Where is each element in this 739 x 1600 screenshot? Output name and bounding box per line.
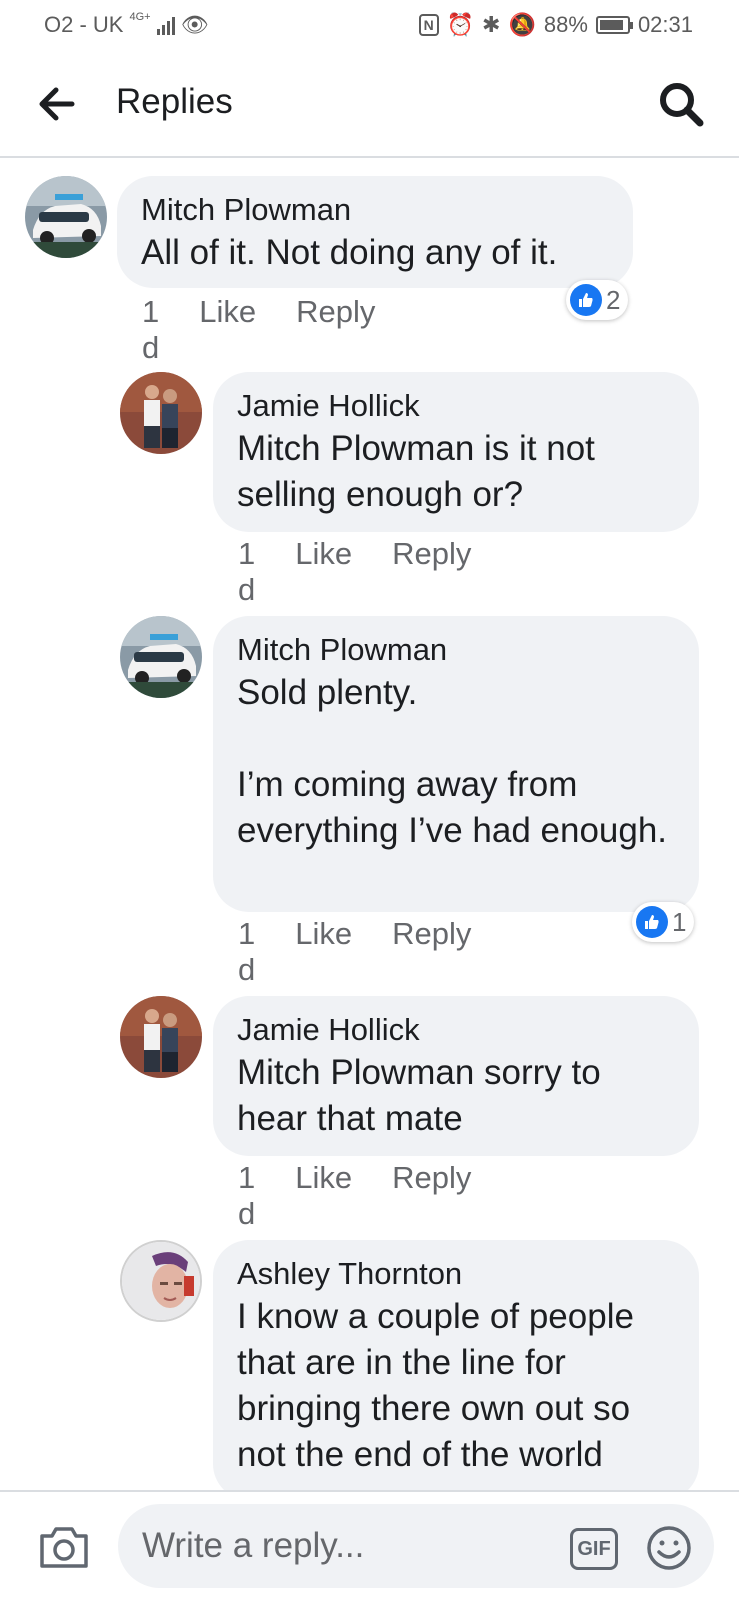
comment-text: Mitch Plowman is it not selling enough o…: [237, 426, 675, 518]
reply-button[interactable]: Reply: [392, 916, 471, 988]
search-icon: [660, 83, 704, 127]
comment-text: All of it. Not doing any of it.: [141, 233, 558, 272]
comment-author[interactable]: Ashley Thornton: [237, 1254, 675, 1294]
reply-composer: GIF: [0, 1490, 739, 1600]
back-arrow-icon: [39, 87, 75, 121]
reply-button[interactable]: Reply: [392, 536, 471, 608]
like-button[interactable]: Like: [199, 294, 256, 366]
eye-icon: 👁: [180, 12, 209, 37]
comment-time: 1 d: [238, 536, 256, 607]
nfc-icon: N: [418, 14, 439, 36]
reaction-count[interactable]: 1: [632, 902, 695, 942]
battery-percent: 88%: [543, 12, 588, 37]
smiley-icon: [647, 1526, 691, 1570]
comment-time: 1 d: [238, 916, 256, 987]
comment-actions: 1 d Like Reply: [238, 916, 471, 988]
comment-author[interactable]: Mitch Plowman: [141, 190, 609, 230]
clock: 02:31: [637, 12, 693, 37]
comment-bubble[interactable]: Jamie Hollick Mitch Plowman is it not se…: [213, 372, 699, 532]
reply-button[interactable]: Reply: [296, 294, 375, 366]
status-bar: O2 - UK 4G+ 👁 N ⏰ ✱ 🔕 88% 02:31: [0, 0, 739, 52]
comment-text: Sold plenty. I’m coming away from everyt…: [237, 673, 668, 850]
app-header: Replies: [0, 52, 739, 158]
avatar[interactable]: [120, 996, 202, 1078]
page-title: Replies: [116, 82, 233, 121]
battery-icon: [595, 16, 633, 34]
comment-time: 1 d: [142, 294, 160, 365]
comment-bubble[interactable]: Jamie Hollick Mitch Plowman sorry to hea…: [213, 996, 699, 1156]
comment-bubble[interactable]: Mitch Plowman Sold plenty. I’m coming aw…: [213, 616, 699, 912]
comment-author[interactable]: Jamie Hollick: [237, 386, 675, 426]
carrier-label: O2 - UK: [44, 12, 124, 37]
like-button[interactable]: Like: [295, 1160, 352, 1232]
comment-author[interactable]: Jamie Hollick: [237, 1010, 675, 1050]
reply-input[interactable]: [118, 1504, 714, 1588]
reaction-number: 2: [606, 284, 621, 315]
avatar[interactable]: [120, 372, 202, 454]
avatar[interactable]: [120, 1240, 202, 1322]
like-button[interactable]: Like: [295, 536, 352, 608]
camera-button[interactable]: [38, 1524, 90, 1570]
gif-button[interactable]: GIF: [570, 1528, 618, 1570]
network-type: 4G+: [129, 11, 151, 23]
comment-actions: 1 d Like Reply: [238, 1160, 471, 1232]
bluetooth-icon: ✱: [482, 12, 501, 37]
comment-text: Mitch Plowman sorry to hear that mate: [237, 1050, 675, 1142]
thumbs-up-icon: [570, 284, 602, 316]
avatar[interactable]: [25, 176, 107, 258]
like-button[interactable]: Like: [295, 916, 352, 988]
comment-bubble[interactable]: Mitch Plowman All of it. Not doing any o…: [117, 176, 633, 288]
reaction-number: 1: [672, 906, 687, 937]
emoji-button[interactable]: [645, 1524, 693, 1572]
comment-actions: 1 d Like Reply: [238, 536, 471, 608]
alarm-icon: ⏰: [446, 12, 475, 37]
reaction-count[interactable]: 2: [566, 280, 629, 320]
signal-icon: [156, 15, 175, 35]
mention-link[interactable]: Mitch Plowman: [237, 1053, 474, 1092]
comment-bubble[interactable]: Ashley Thornton I know a couple of peopl…: [213, 1240, 699, 1500]
camera-icon: [40, 1527, 88, 1568]
mute-icon: 🔕: [508, 12, 536, 37]
avatar[interactable]: [120, 616, 202, 698]
mention-link[interactable]: Mitch Plowman: [237, 429, 474, 468]
thumbs-up-icon: [636, 906, 668, 938]
back-button[interactable]: [36, 82, 76, 126]
comment-author[interactable]: Mitch Plowman: [237, 630, 675, 670]
comment-time: 1 d: [238, 1160, 256, 1231]
comment-text: I know a couple of people that are in th…: [237, 1297, 644, 1474]
search-button[interactable]: [657, 80, 705, 128]
reply-button[interactable]: Reply: [392, 1160, 471, 1232]
comment-actions: 1 d Like Reply: [142, 294, 375, 366]
